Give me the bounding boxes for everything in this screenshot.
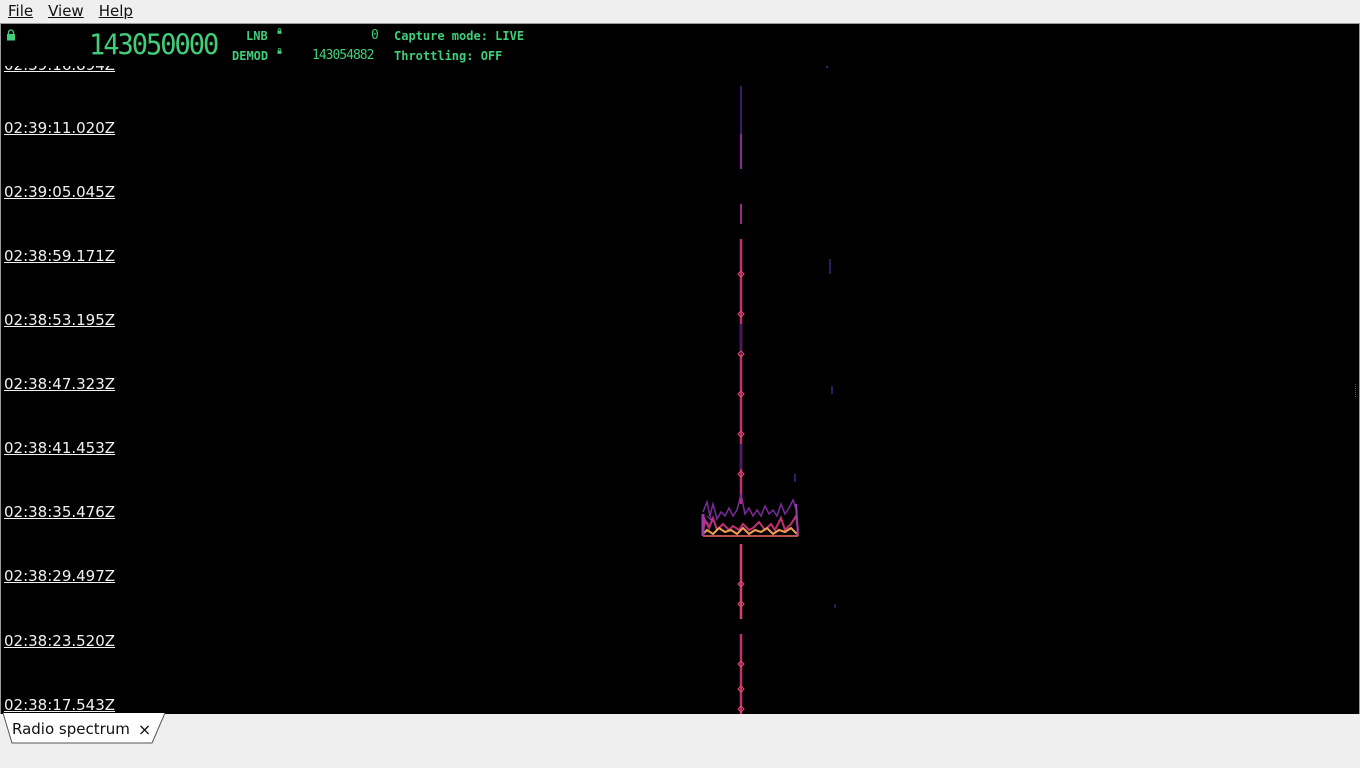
demod-label: DEMOD	[232, 49, 269, 63]
timestamp: 02:38:59.171Z	[4, 247, 116, 265]
frequency-display[interactable]: 143050000	[89, 31, 219, 60]
capture-mode: Capture mode: LIVE	[394, 29, 525, 43]
timestamp: 02:39:05.045Z	[4, 183, 116, 201]
timestamp: 02:38:17.543Z	[4, 696, 116, 714]
menu-view-label: View	[48, 2, 84, 20]
lnb-value[interactable]: 0	[371, 29, 379, 43]
timestamp: 02:38:35.476Z	[4, 503, 116, 521]
signal-burst	[701, 493, 799, 537]
tab-radio-spectrum[interactable]: Radio spectrum ×	[4, 714, 165, 744]
timestamp: 02:38:47.323Z	[4, 375, 116, 393]
timestamp: 02:39:11.020Z	[4, 119, 116, 137]
throttling-status: Throttling: OFF	[394, 49, 503, 63]
menu-file-label: File	[8, 2, 34, 20]
tab-label: Radio spectrum	[12, 720, 130, 738]
timestamp: 02:38:23.520Z	[4, 632, 116, 650]
waterfall-display[interactable]: 02:39:16.894Z 02:39:11.020Z 02:39:05.045…	[1, 24, 1359, 714]
timestamp: 02:38:29.497Z	[4, 567, 116, 585]
menu-view[interactable]: View	[40, 0, 91, 22]
lnb-lock-icon[interactable]	[277, 28, 282, 34]
menu-help[interactable]: Help	[91, 0, 140, 22]
menu-bar: File View Help	[0, 0, 1360, 22]
demod-value[interactable]: 143054882	[312, 49, 374, 63]
close-icon[interactable]: ×	[138, 720, 151, 739]
lock-icon[interactable]	[6, 29, 16, 41]
lnb-label: LNB	[246, 29, 268, 43]
tab-bar: Radio spectrum ×	[0, 713, 1360, 768]
demod-lock-icon[interactable]	[277, 48, 282, 54]
timestamp: 02:38:41.453Z	[4, 439, 116, 457]
menu-help-label: Help	[98, 2, 133, 20]
spectrum-panel[interactable]: 02:39:16.894Z 02:39:11.020Z 02:39:05.045…	[0, 23, 1360, 715]
timestamp: 02:38:53.195Z	[4, 311, 116, 329]
status-header: 143050000 LNB 0 DEMOD 143054882 Capture …	[1, 24, 1359, 66]
resize-grip-icon[interactable]	[1354, 384, 1357, 398]
waterfall-canvas	[701, 64, 836, 714]
menu-file[interactable]: File	[0, 0, 40, 22]
